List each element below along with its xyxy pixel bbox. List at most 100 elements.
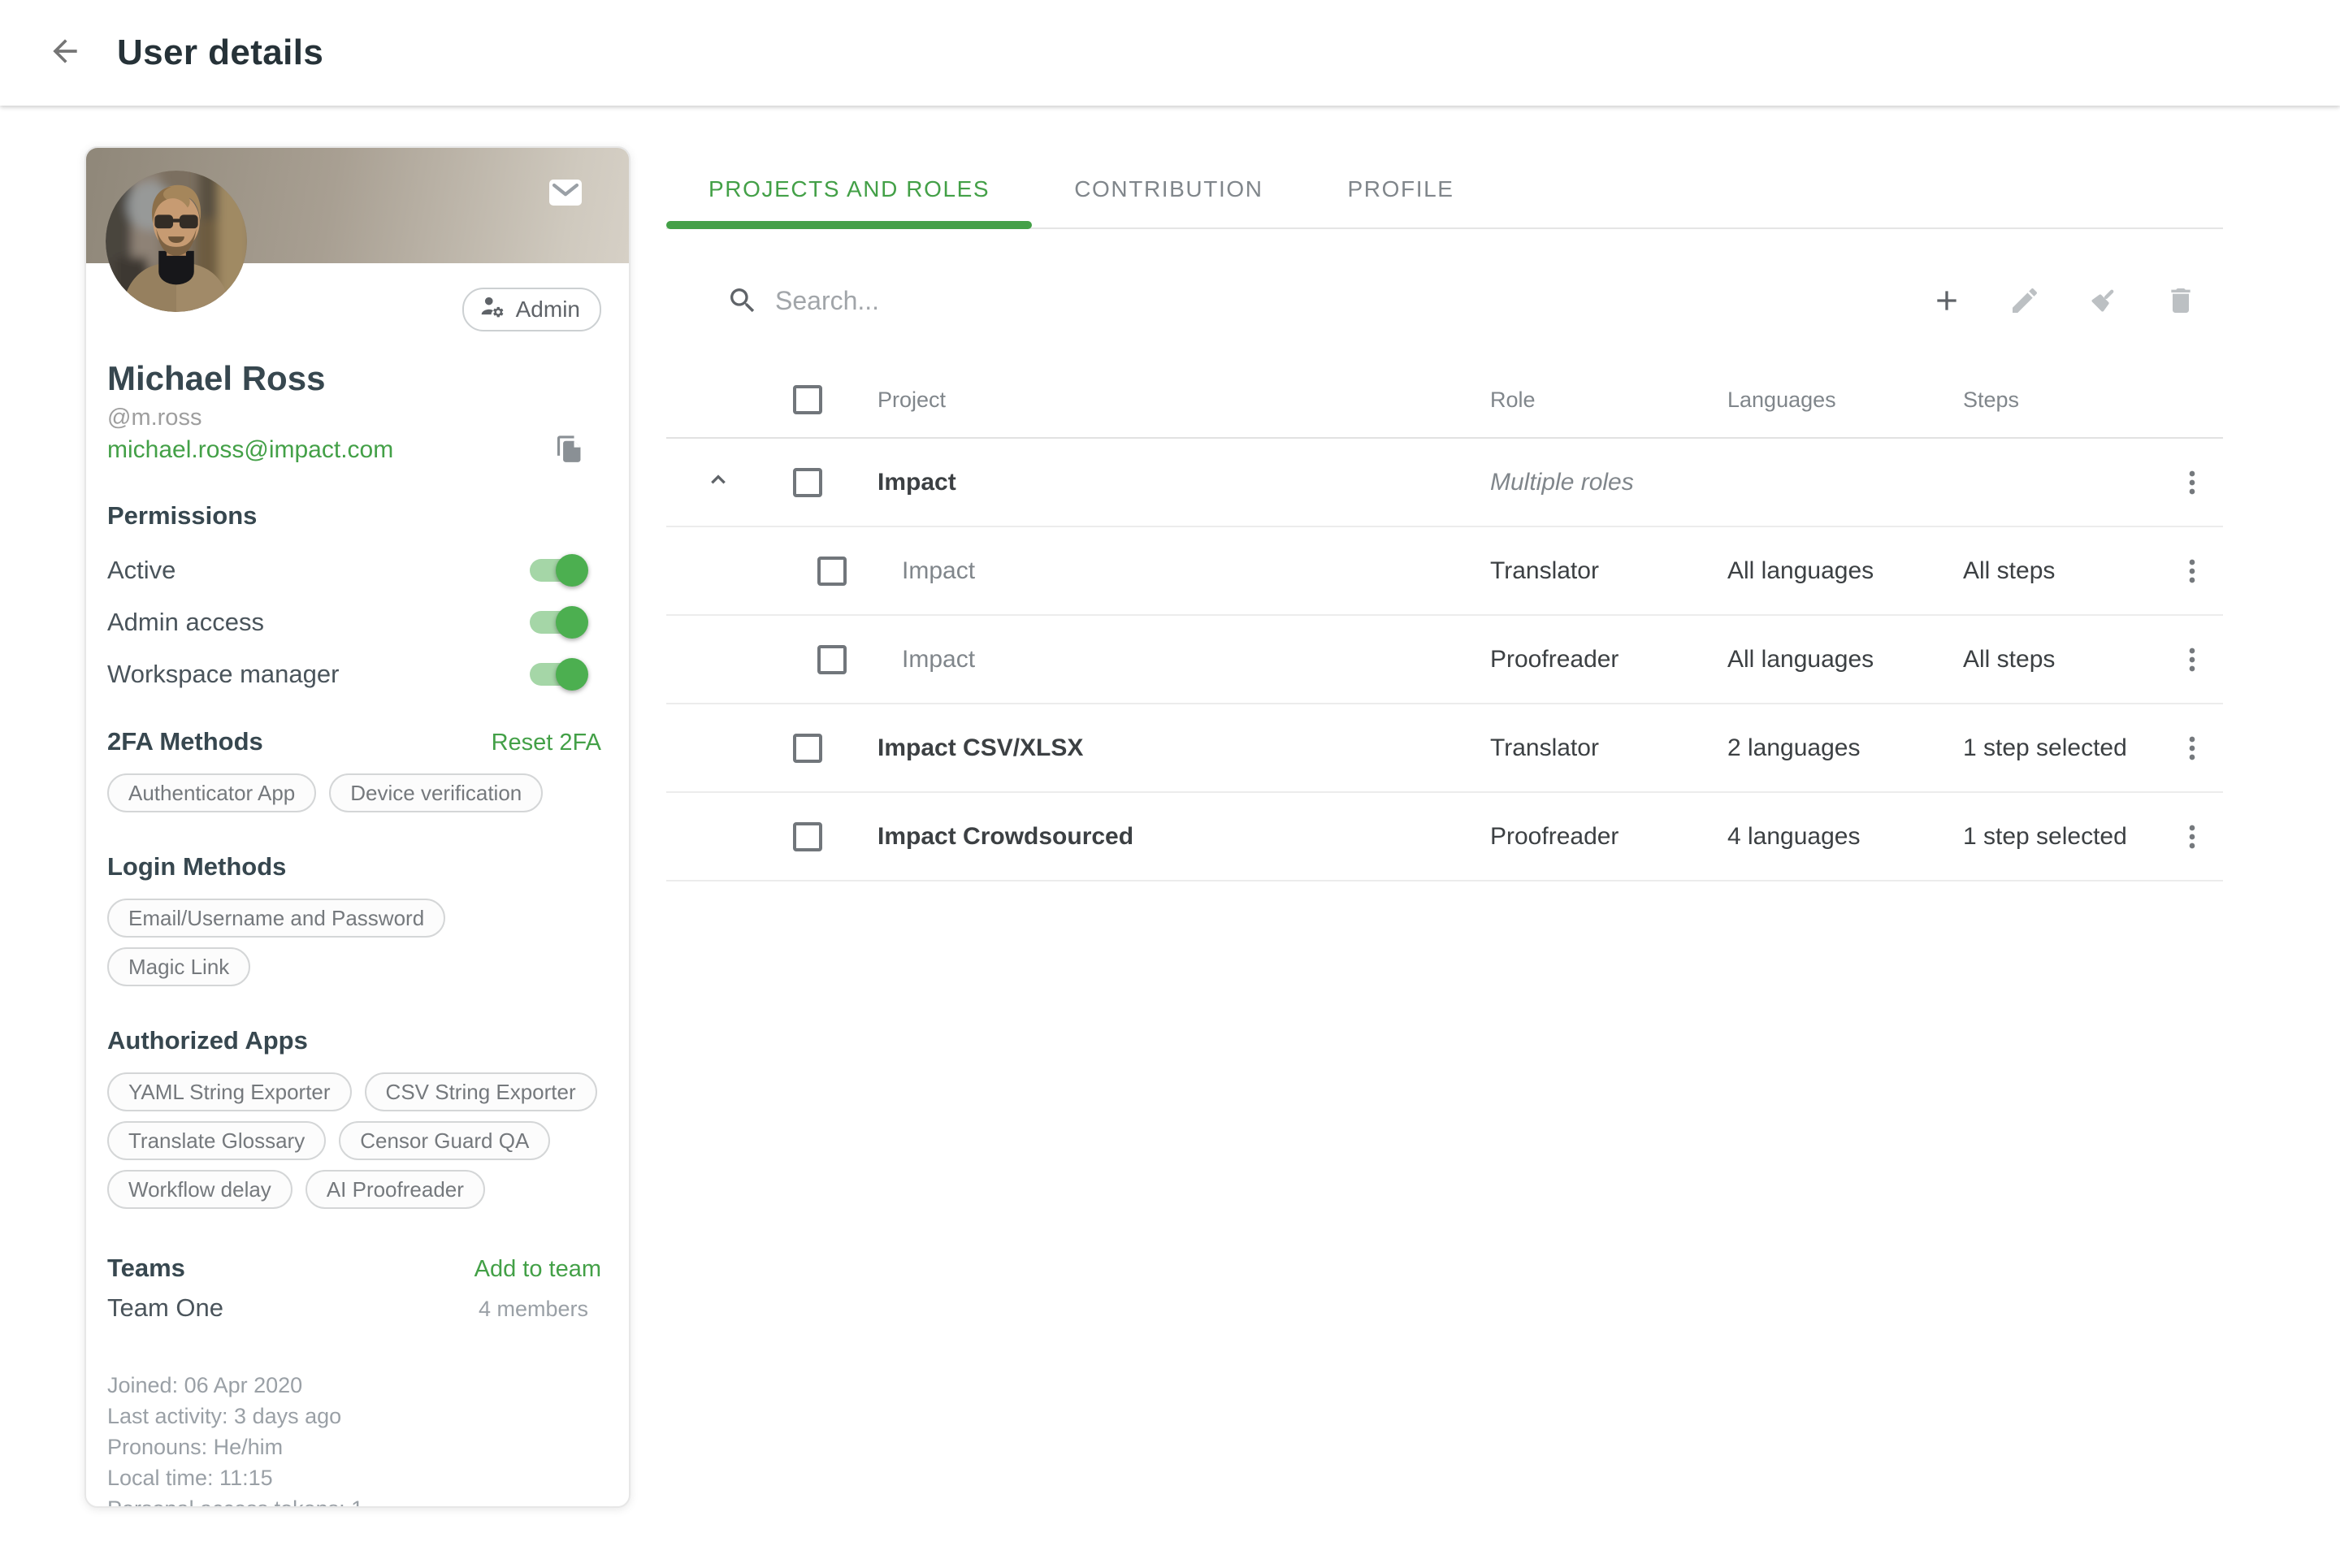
cell-role: Translator	[1490, 734, 1727, 762]
user-meta: Joined: 06 Apr 2020Last activity: 3 days…	[107, 1370, 601, 1508]
kebab-vertical-icon	[2176, 643, 2208, 676]
app-bar: User details	[0, 0, 2340, 106]
admin-access-toggle[interactable]	[530, 606, 588, 639]
row-checkbox[interactable]	[793, 734, 822, 763]
broom-icon	[2086, 284, 2119, 317]
cell-role: Translator	[1490, 557, 1727, 585]
collapse-group-button[interactable]	[702, 460, 741, 499]
profile-card: Admin Michael Ross @m.ross michael.ross@…	[84, 146, 630, 1508]
active-toggle[interactable]	[530, 554, 588, 587]
clean-button[interactable]	[2086, 284, 2119, 317]
permission-label: Active	[107, 556, 176, 585]
permissions-toggles: Active Admin access Workspace manager	[107, 544, 601, 700]
chip-csv-string-exporter: CSV String Exporter	[365, 1072, 597, 1111]
permission-row-active: Active	[107, 544, 601, 596]
pencil-icon	[2008, 284, 2041, 317]
teams-title: Teams	[107, 1253, 185, 1284]
row-menu-button[interactable]	[2176, 643, 2208, 676]
cell-project: Impact	[842, 557, 1490, 585]
chip-workflow-delay: Workflow delay	[107, 1170, 292, 1209]
trash-icon	[2164, 284, 2197, 317]
column-languages: Languages	[1727, 388, 1963, 413]
meta-line: Personal access tokens: 1	[107, 1493, 601, 1508]
table-toolbar	[666, 229, 2223, 362]
row-menu-button[interactable]	[2176, 732, 2208, 765]
delete-button[interactable]	[2164, 284, 2197, 317]
cell-steps: All steps	[1963, 557, 2179, 585]
tab-contribution[interactable]: CONTRIBUTION	[1032, 151, 1305, 227]
user-details-page: User details	[0, 0, 2340, 1568]
chip-email-username-and-password: Email/Username and Password	[107, 899, 445, 938]
cell-steps: 1 step selected	[1963, 734, 2179, 762]
cell-languages: All languages	[1727, 646, 1963, 674]
cell-role: Proofreader	[1490, 823, 1727, 851]
chip-translate-glossary: Translate Glossary	[107, 1121, 326, 1160]
copy-icon	[554, 445, 585, 470]
permission-label: Admin access	[107, 608, 264, 637]
workspace-manager-toggle[interactable]	[530, 658, 588, 691]
cell-languages: All languages	[1727, 557, 1963, 585]
team-list: Team One 4 members	[107, 1293, 601, 1323]
table-row-impact-csv-xlsx-3: Impact CSV/XLSXTranslator2 languages1 st…	[666, 704, 2223, 793]
permission-label: Workspace manager	[107, 660, 339, 689]
chevron-up-icon	[702, 463, 741, 496]
login-methods-title: Login Methods	[107, 851, 601, 882]
copy-email-button[interactable]	[554, 434, 585, 466]
user-name: Michael Ross	[107, 357, 601, 400]
authorized-apps-title: Authorized Apps	[107, 1025, 601, 1056]
cell-project: Impact CSV/XLSX	[842, 734, 1490, 762]
envelope-icon	[548, 187, 583, 211]
twofa-chips: Authenticator AppDevice verification	[107, 773, 601, 812]
user-handle: @m.ross	[107, 403, 601, 432]
twofa-title: 2FA Methods	[107, 726, 263, 757]
add-to-team-link[interactable]: Add to team	[474, 1256, 601, 1283]
table-row-impact-crowdsourced-4: Impact CrowdsourcedProofreader4 language…	[666, 793, 2223, 881]
add-button[interactable]	[1930, 284, 1963, 317]
meta-line: Local time: 11:15	[107, 1462, 601, 1493]
row-menu-button[interactable]	[2176, 466, 2208, 499]
column-steps: Steps	[1963, 388, 2179, 413]
admin-badge-label: Admin	[516, 297, 580, 323]
kebab-vertical-icon	[2176, 821, 2208, 853]
permission-row-admin-access: Admin access	[107, 596, 601, 648]
search-icon	[726, 284, 759, 317]
tab-bar: PROJECTS AND ROLESCONTRIBUTIONPROFILE	[666, 151, 2223, 229]
row-checkbox[interactable]	[793, 822, 822, 851]
kebab-vertical-icon	[2176, 732, 2208, 765]
person-gear-icon	[479, 293, 506, 327]
team-members-count: 4 members	[479, 1297, 588, 1322]
table-row-impact-0: ImpactMultiple roles	[666, 439, 2223, 527]
projects-table: ImpactMultiple rolesImpactTranslatorAll …	[666, 439, 2223, 881]
team-row: Team One 4 members	[107, 1293, 601, 1323]
page-title: User details	[117, 32, 323, 73]
row-menu-button[interactable]	[2176, 555, 2208, 587]
select-all-checkbox[interactable]	[793, 385, 822, 414]
column-role: Role	[1490, 388, 1727, 413]
meta-line: Last activity: 3 days ago	[107, 1401, 601, 1432]
chip-censor-guard-qa: Censor Guard QA	[339, 1121, 550, 1160]
tab-projects-and-roles[interactable]: PROJECTS AND ROLES	[666, 151, 1032, 227]
cell-role: Multiple roles	[1490, 469, 1727, 496]
edit-button[interactable]	[2008, 284, 2041, 317]
chip-device-verification: Device verification	[329, 773, 543, 812]
back-button[interactable]	[46, 33, 84, 72]
team-name: Team One	[107, 1293, 223, 1323]
toolbar-actions	[1930, 284, 2197, 317]
cell-project: Impact Crowdsourced	[842, 823, 1490, 851]
row-menu-button[interactable]	[2176, 821, 2208, 853]
row-checkbox[interactable]	[793, 468, 822, 497]
send-email-button[interactable]	[548, 179, 583, 206]
column-project: Project	[842, 388, 1490, 413]
plus-icon	[1930, 284, 1963, 317]
tab-profile[interactable]: PROFILE	[1306, 151, 1497, 227]
cell-project: Impact	[842, 646, 1490, 674]
kebab-vertical-icon	[2176, 466, 2208, 499]
chip-yaml-string-exporter: YAML String Exporter	[107, 1072, 352, 1111]
cell-languages: 2 languages	[1727, 734, 1963, 762]
user-email[interactable]: michael.ross@impact.com	[107, 436, 393, 464]
authorized-apps-chips: YAML String Exporter CSV String Exporter T…	[107, 1072, 601, 1209]
search-input[interactable]	[772, 284, 1930, 318]
chip-ai-proofreader: AI Proofreader	[306, 1170, 485, 1209]
reset-2fa-link[interactable]: Reset 2FA	[492, 730, 601, 756]
meta-line: Pronouns: He/him	[107, 1432, 601, 1462]
